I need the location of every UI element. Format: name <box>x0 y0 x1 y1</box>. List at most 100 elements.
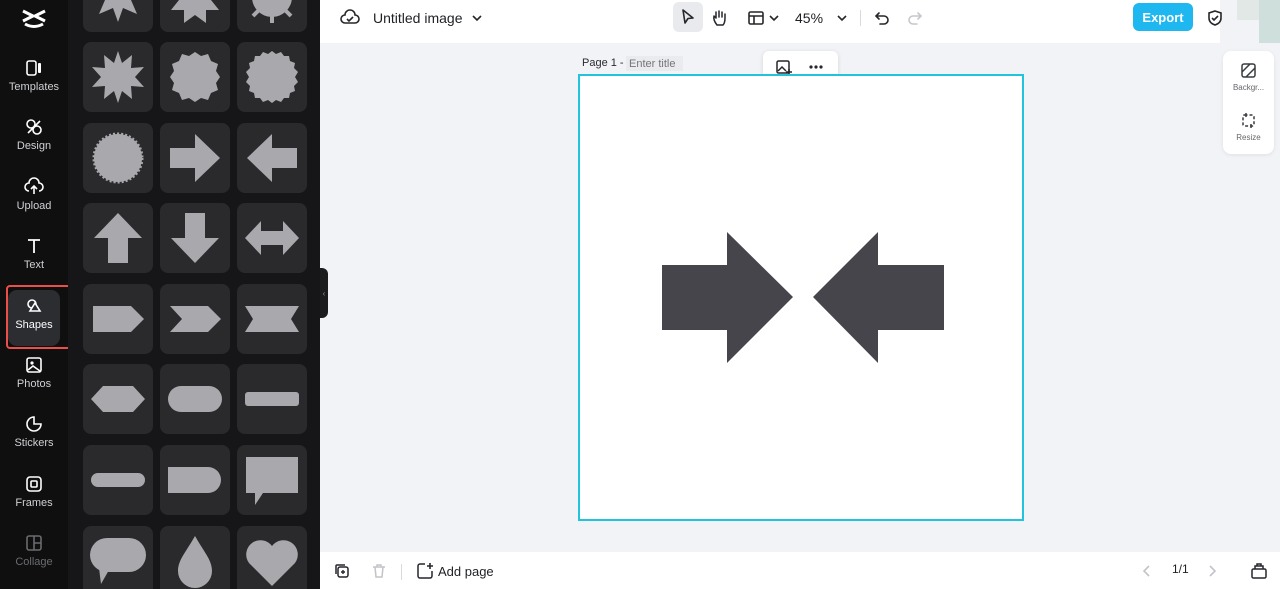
left-arrow-shape[interactable] <box>813 232 944 363</box>
shape-tile[interactable] <box>237 42 307 112</box>
zoom-dropdown[interactable]: 45% <box>795 0 849 35</box>
star-spiky-shape-icon <box>92 51 144 103</box>
delete-page-button[interactable] <box>370 562 388 580</box>
right-arrow-shape[interactable] <box>662 232 793 363</box>
templates-icon <box>26 60 41 76</box>
page-indicator: 1/1 <box>1172 562 1189 576</box>
add-page-icon <box>417 563 433 579</box>
page-title-input[interactable] <box>626 56 683 71</box>
background-tool-label: Backgr... <box>1232 83 1265 92</box>
page-panel-toggle-button[interactable] <box>1250 562 1268 580</box>
background-icon <box>1241 63 1256 78</box>
stickers-icon <box>26 416 42 432</box>
shape-tile[interactable] <box>237 123 307 193</box>
add-page-label: Add page <box>438 563 494 579</box>
shape-tile[interactable] <box>160 445 230 515</box>
chevron-down-icon <box>471 14 482 21</box>
prev-page-button[interactable] <box>1138 562 1156 580</box>
left-nav-rail: Templates Design Upload Text Shapes Phot… <box>0 0 68 589</box>
rail-item-label: Shapes <box>15 319 53 331</box>
trash-icon <box>373 564 385 578</box>
add-page-button[interactable]: Add page <box>416 562 494 580</box>
shape-tile[interactable] <box>160 526 230 589</box>
star-round-shape-icon <box>246 51 298 103</box>
shield-icon <box>1208 9 1222 26</box>
shield-button[interactable] <box>1205 0 1225 35</box>
design-icon <box>26 119 42 135</box>
undo-button[interactable] <box>872 0 892 35</box>
rail-item-label: Frames <box>15 497 53 509</box>
rail-item-upload[interactable]: Upload <box>0 177 68 231</box>
chevron-down-icon <box>769 14 779 21</box>
pages-icon <box>1251 563 1267 579</box>
background-tool-button[interactable]: Backgr... <box>1223 62 1274 92</box>
panel-collapse-handle[interactable]: ‹ <box>320 268 328 318</box>
rail-item-text[interactable]: Text <box>0 236 68 290</box>
shape-tile[interactable] <box>160 42 230 112</box>
resize-tool-button[interactable]: Resize <box>1223 112 1274 142</box>
hexagon-shape-icon <box>91 386 145 412</box>
shape-tile[interactable] <box>237 284 307 354</box>
rounded-rect-shape-icon <box>168 467 221 493</box>
layout-menu-button[interactable] <box>746 0 780 35</box>
preview-thumbnail-b <box>1259 0 1280 43</box>
shape-tile[interactable] <box>83 0 153 32</box>
shape-tile[interactable] <box>83 203 153 273</box>
document-title[interactable]: Untitled image <box>373 0 484 35</box>
shape-tile[interactable] <box>237 203 307 273</box>
pill-shape-icon <box>168 386 222 412</box>
thin-pill-shape-icon <box>91 473 145 487</box>
redo-icon <box>908 11 923 25</box>
chevron-shape-icon <box>170 306 221 332</box>
rail-item-label: Collage <box>15 556 53 568</box>
rail-item-collage[interactable]: Collage <box>0 533 68 587</box>
shape-tile[interactable] <box>160 123 230 193</box>
hand-tool-button[interactable] <box>710 0 730 35</box>
heart-shape-icon <box>246 540 298 586</box>
redo-button[interactable] <box>905 0 925 35</box>
shape-tile[interactable] <box>237 526 307 589</box>
artboard[interactable] <box>578 74 1024 521</box>
chevron-down-icon <box>837 14 847 21</box>
rail-item-templates[interactable]: Templates <box>0 58 68 112</box>
select-tool-button[interactable] <box>673 2 703 32</box>
arrow-down-shape-icon <box>171 213 219 263</box>
export-button[interactable]: Export <box>1133 3 1193 31</box>
shape-tile[interactable] <box>83 284 153 354</box>
chevron-left-icon <box>1142 565 1150 577</box>
shape-tile[interactable] <box>83 123 153 193</box>
star-badge-shape-icon <box>170 52 220 102</box>
star-sun-shape-icon <box>251 0 293 23</box>
page-label: Page 1 - <box>582 57 624 69</box>
rail-item-stickers[interactable]: Stickers <box>0 414 68 468</box>
shape-tile[interactable] <box>160 364 230 434</box>
cloud-save-button[interactable] <box>340 0 360 35</box>
rail-item-shapes[interactable]: Shapes <box>8 290 60 346</box>
star-burst-shape-icon <box>99 0 137 22</box>
shape-tile[interactable] <box>83 42 153 112</box>
shape-tile[interactable] <box>237 364 307 434</box>
resize-tool-label: Resize <box>1236 133 1261 142</box>
shape-tile[interactable] <box>160 284 230 354</box>
rail-item-frames[interactable]: Frames <box>0 474 68 528</box>
shape-tile[interactable] <box>237 0 307 32</box>
rail-item-photos[interactable]: Photos <box>0 355 68 409</box>
shape-tile[interactable] <box>83 526 153 589</box>
photos-icon <box>26 357 42 373</box>
rail-item-design[interactable]: Design <box>0 117 68 171</box>
shape-tile[interactable] <box>160 203 230 273</box>
next-page-button[interactable] <box>1203 562 1221 580</box>
resize-icon <box>1242 113 1255 128</box>
arrow-double-shape-icon <box>245 221 299 255</box>
rail-item-label: Photos <box>16 378 52 390</box>
shape-tile[interactable] <box>237 445 307 515</box>
shape-tile[interactable] <box>83 445 153 515</box>
shape-tile[interactable] <box>83 364 153 434</box>
shape-tile[interactable] <box>160 0 230 32</box>
round-bubble-shape-icon <box>90 538 146 584</box>
pointer-icon <box>682 9 694 24</box>
ribbon-shape-icon <box>245 306 299 332</box>
duplicate-page-button[interactable] <box>333 562 351 580</box>
bottom-divider <box>401 564 402 580</box>
capcut-logo-icon[interactable] <box>20 5 48 31</box>
